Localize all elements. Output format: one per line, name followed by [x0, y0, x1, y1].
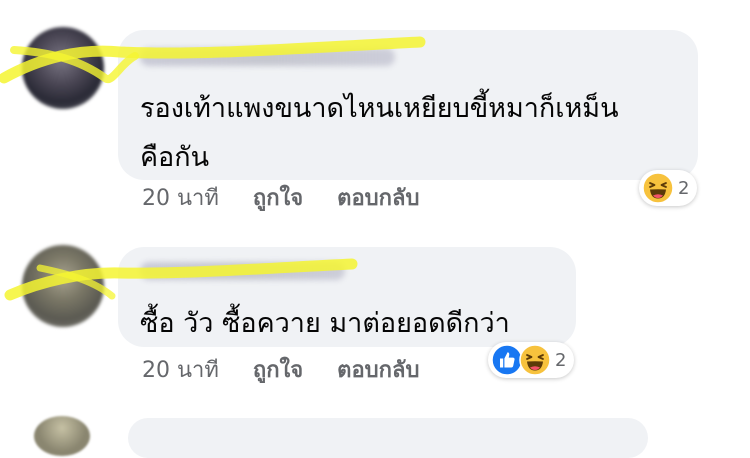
comment-timestamp[interactable]: 20 นาที	[142, 184, 219, 214]
reaction-count: 2	[678, 177, 690, 199]
comment-text: รองเท้าแพงขนาดไหนเหยียบขี้หมาก็เหม็น คือ…	[140, 93, 619, 173]
reaction-summary[interactable]: 2	[488, 342, 575, 378]
comment-text: ซื้อ วัว ซื้อควาย มาต่อยอดดีกว่า	[140, 308, 510, 339]
reaction-count: 2	[555, 349, 567, 371]
haha-icon	[642, 172, 674, 204]
comment-actions: 20 นาที ถูกใจ ตอบกลับ	[142, 356, 419, 386]
author-name-redacted[interactable]	[140, 48, 395, 66]
author-name-redacted[interactable]	[140, 262, 345, 280]
comment-actions: 20 นาที ถูกใจ ตอบกลับ	[142, 184, 419, 214]
like-button[interactable]: ถูกใจ	[253, 356, 303, 386]
avatar[interactable]	[22, 27, 104, 109]
reply-button[interactable]: ตอบกลับ	[337, 184, 419, 214]
reaction-summary[interactable]: 2	[639, 170, 698, 206]
avatar[interactable]	[34, 416, 90, 456]
reply-button[interactable]: ตอบกลับ	[337, 356, 419, 386]
avatar[interactable]	[22, 245, 104, 327]
haha-icon	[519, 344, 551, 376]
comment-timestamp[interactable]: 20 นาที	[142, 356, 219, 386]
comment-bubble	[128, 418, 648, 458]
like-button[interactable]: ถูกใจ	[253, 184, 303, 214]
